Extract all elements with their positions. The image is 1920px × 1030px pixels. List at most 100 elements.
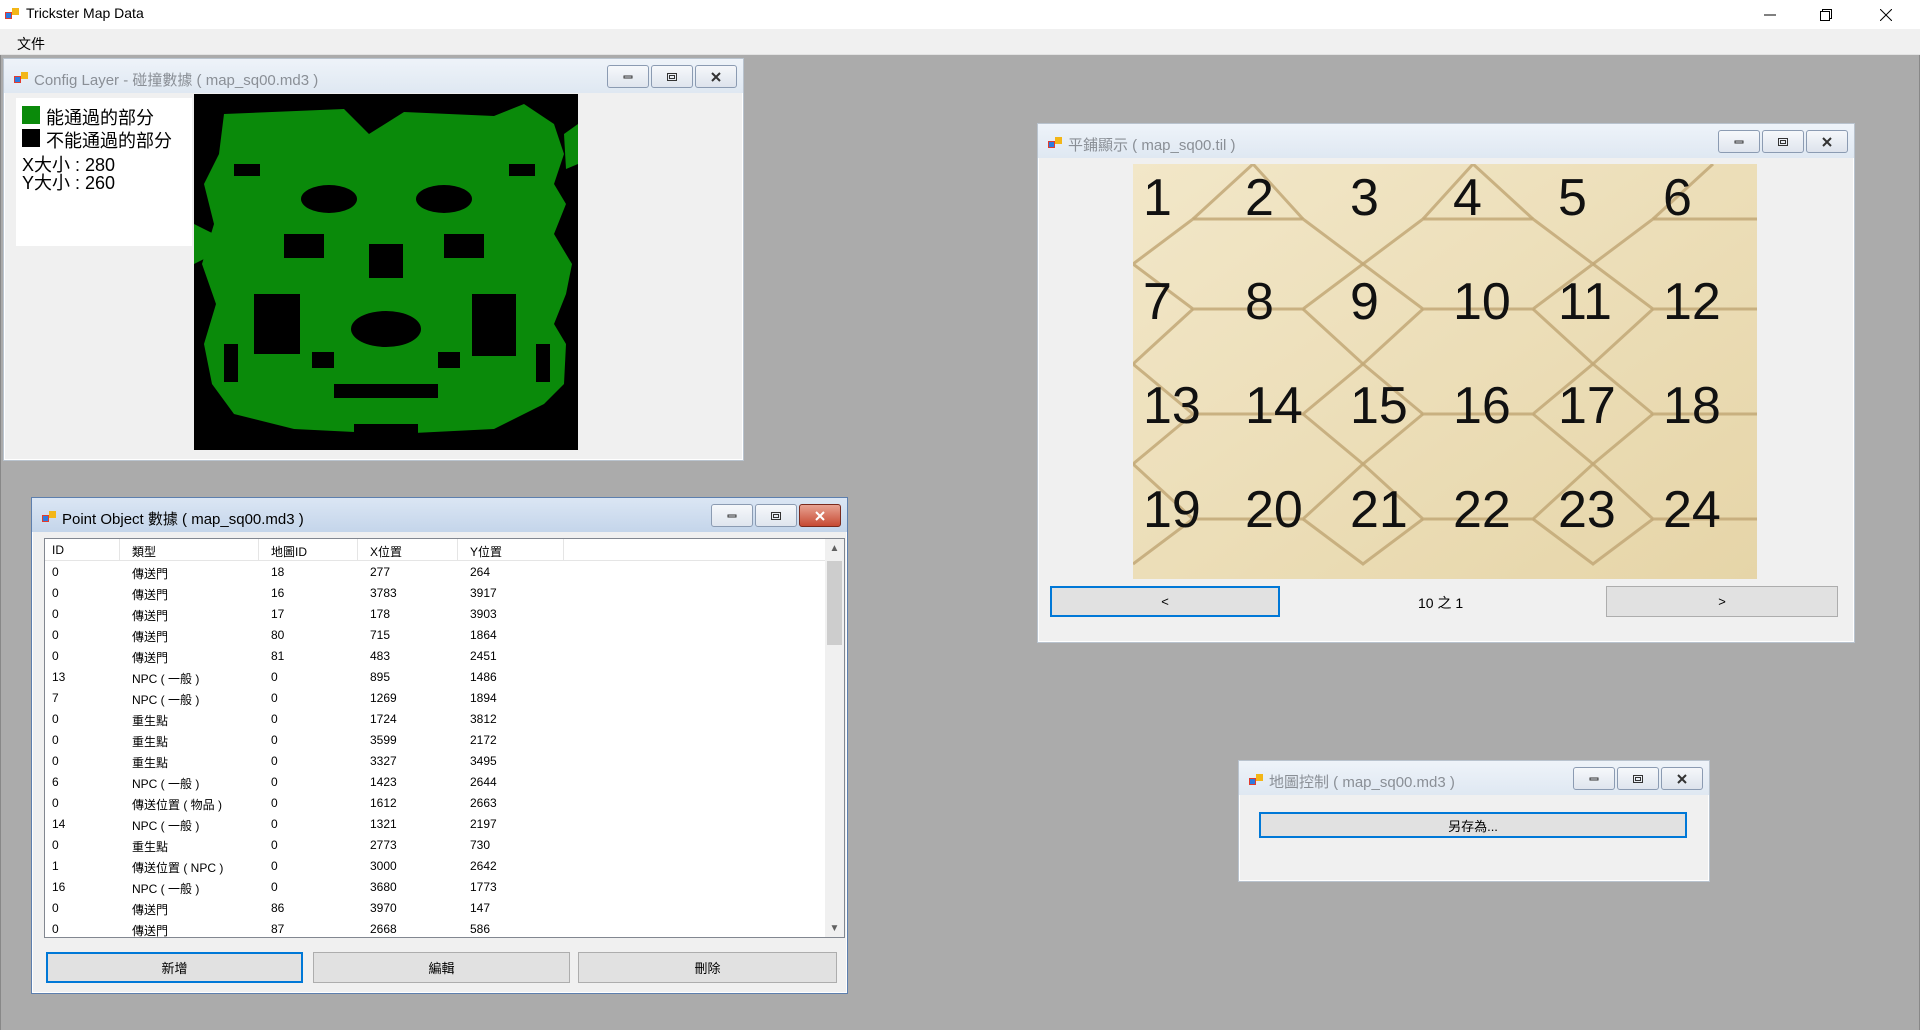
menu-file[interactable]: 文件: [17, 34, 45, 54]
cell-x: 715: [370, 628, 391, 642]
column-y[interactable]: Y位置: [470, 543, 502, 560]
table-row[interactable]: 0 重生點 0 3599 2172: [45, 729, 826, 750]
cell-type: NPC ( 一般 ): [132, 672, 200, 686]
table-row[interactable]: 0 傳送門 87 2668 586: [45, 918, 826, 937]
table-row[interactable]: 0 傳送門 80 715 1864: [45, 624, 826, 645]
cell-y: 1864: [470, 628, 497, 642]
table-row[interactable]: 0 傳送門 17 178 3903: [45, 603, 826, 624]
column-type[interactable]: 類型: [132, 543, 156, 560]
config-minimize-button[interactable]: [607, 65, 649, 88]
table-row[interactable]: 16 NPC ( 一般 ) 0 3680 1773: [45, 876, 826, 897]
control-close-button[interactable]: [1661, 767, 1703, 790]
table-row[interactable]: 14 NPC ( 一般 ) 0 1321 2197: [45, 813, 826, 834]
tile-maximize-button[interactable]: [1762, 130, 1804, 153]
edit-button[interactable]: 編輯: [313, 952, 570, 983]
collision-map[interactable]: [194, 94, 578, 450]
restore-icon: [1820, 8, 1832, 21]
table-row[interactable]: 13 NPC ( 一般 ) 0 895 1486: [45, 666, 826, 687]
cell-map-id: 0: [271, 838, 278, 852]
cell-type: NPC ( 一般 ): [132, 882, 200, 896]
tile-number: 24: [1663, 481, 1721, 539]
tile-number: 9: [1350, 273, 1379, 331]
add-button[interactable]: 新增: [46, 952, 303, 983]
cell-map-id: 0: [271, 880, 278, 894]
table-row[interactable]: 0 傳送門 18 277 264: [45, 561, 826, 582]
scroll-down-icon[interactable]: ▼: [825, 919, 844, 937]
cell-x: 895: [370, 670, 391, 684]
delete-button[interactable]: 刪除: [578, 952, 837, 983]
point-maximize-button[interactable]: [755, 504, 797, 527]
point-close-button[interactable]: [799, 504, 841, 527]
tile-window-titlebar[interactable]: 平鋪顯示 ( map_sq00.til ): [1038, 124, 1854, 158]
column-map-id[interactable]: 地圖ID: [271, 543, 307, 560]
restore-button[interactable]: [1803, 0, 1849, 29]
table-row[interactable]: 1 傳送位置 ( NPC ) 0 3000 2642: [45, 855, 826, 876]
maximize-icon: [1633, 774, 1643, 783]
tile-number: 3: [1350, 169, 1379, 227]
table-row[interactable]: 0 重生點 0 1724 3812: [45, 708, 826, 729]
point-window-titlebar[interactable]: Point Object 數據 ( map_sq00.md3 ): [32, 498, 847, 532]
tile-number: 18: [1663, 377, 1721, 435]
next-page-button[interactable]: >: [1606, 586, 1838, 617]
prev-page-button[interactable]: <: [1050, 586, 1280, 617]
tile-minimize-button[interactable]: [1718, 130, 1760, 153]
close-button[interactable]: [1863, 0, 1909, 29]
point-minimize-button[interactable]: [711, 504, 753, 527]
save-as-button[interactable]: 另存為...: [1259, 812, 1687, 838]
list-scrollbar[interactable]: ▲ ▼: [825, 539, 844, 937]
cell-x: 483: [370, 649, 391, 663]
config-close-button[interactable]: [695, 65, 737, 88]
minimize-icon: [623, 75, 633, 78]
cell-id: 0: [52, 796, 59, 810]
window-icon: [42, 511, 56, 522]
control-maximize-button[interactable]: [1617, 767, 1659, 790]
window-icon: [1048, 137, 1062, 148]
tile-close-button[interactable]: [1806, 130, 1848, 153]
map-control-window[interactable]: 地圖控制 ( map_sq00.md3 ) 另存為...: [1238, 760, 1710, 882]
tile-number: 22: [1453, 481, 1511, 539]
control-minimize-button[interactable]: [1573, 767, 1615, 790]
point-object-list[interactable]: ID 類型 地圖ID X位置 Y位置 0 傳送門 18 277 264 0 傳送門 16 378…: [44, 538, 845, 938]
table-row[interactable]: 0 重生點 0 3327 3495: [45, 750, 826, 771]
scroll-up-icon[interactable]: ▲: [825, 539, 844, 557]
cell-x: 1612: [370, 796, 397, 810]
cell-x: 3783: [370, 586, 397, 600]
table-row[interactable]: 6 NPC ( 一般 ) 0 1423 2644: [45, 771, 826, 792]
tile-number: 17: [1558, 377, 1616, 435]
cell-id: 0: [52, 607, 59, 621]
column-x[interactable]: X位置: [370, 543, 402, 560]
control-window-titlebar[interactable]: 地圖控制 ( map_sq00.md3 ): [1239, 761, 1709, 795]
column-id[interactable]: ID: [52, 543, 64, 557]
table-row[interactable]: 0 傳送位置 ( 物品 ) 0 1612 2663: [45, 792, 826, 813]
table-row[interactable]: 0 重生點 0 2773 730: [45, 834, 826, 855]
cell-type: 傳送門: [132, 588, 169, 602]
cell-map-id: 81: [271, 649, 285, 663]
maximize-icon: [771, 511, 781, 520]
tile-display-window[interactable]: 平鋪顯示 ( map_sq00.til ) 1 2 3 4 5 6 7 8 9 …: [1037, 123, 1855, 643]
table-row[interactable]: 0 傳送門 86 3970 147: [45, 897, 826, 918]
cell-x: 2668: [370, 922, 397, 936]
config-layer-window[interactable]: Config Layer - 碰撞數據 ( map_sq00.md3 ) 能通過…: [3, 58, 744, 461]
cell-id: 7: [52, 691, 59, 705]
config-window-titlebar[interactable]: Config Layer - 碰撞數據 ( map_sq00.md3 ): [4, 59, 743, 93]
cell-x: 178: [370, 607, 391, 621]
cell-y: 2172: [470, 733, 497, 747]
tile-preview: 1 2 3 4 5 6 7 8 9 10 11 12 13 14 15 16 17 18 19 20 21 22 23 24: [1133, 164, 1757, 579]
minimize-icon: [1764, 14, 1776, 15]
minimize-button[interactable]: [1747, 0, 1793, 29]
table-row[interactable]: 7 NPC ( 一般 ) 0 1269 1894: [45, 687, 826, 708]
config-window-body: 能通過的部分 不能通過的部分 X大小 : 280 Y大小 : 260: [12, 94, 735, 452]
menubar: 文件: [0, 29, 1920, 55]
cell-x: 3680: [370, 880, 397, 894]
cell-map-id: 18: [271, 565, 285, 579]
config-maximize-button[interactable]: [651, 65, 693, 88]
scroll-thumb[interactable]: [827, 561, 842, 645]
table-row[interactable]: 0 傳送門 81 483 2451: [45, 645, 826, 666]
point-object-window[interactable]: Point Object 數據 ( map_sq00.md3 ) ID 類型 地…: [31, 497, 848, 994]
close-icon: [1822, 136, 1832, 147]
table-row[interactable]: 0 傳送門 16 3783 3917: [45, 582, 826, 603]
point-window-title: Point Object 數據 ( map_sq00.md3 ): [62, 511, 304, 528]
window-icon: [1249, 774, 1263, 785]
cell-map-id: 17: [271, 607, 285, 621]
cell-id: 0: [52, 754, 59, 768]
